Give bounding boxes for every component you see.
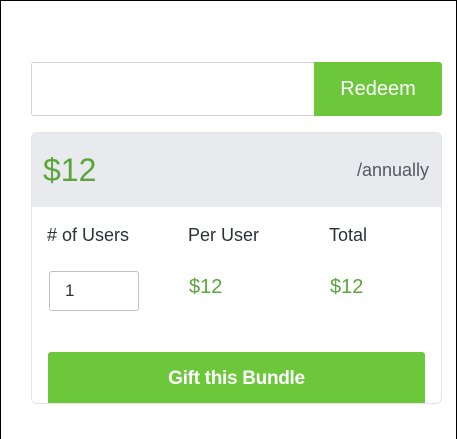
total-price: $12: [330, 276, 364, 298]
user-quantity-input[interactable]: [49, 271, 139, 311]
redeem-row: Redeem: [31, 62, 442, 116]
per-user-price: $12: [189, 276, 223, 298]
gift-bundle-button[interactable]: Gift this Bundle: [48, 352, 425, 403]
total-column-label: Total: [329, 225, 368, 245]
pricing-header: $12 /annually: [32, 133, 441, 207]
redeem-button[interactable]: Redeem: [314, 62, 442, 116]
pricing-card: $12 /annually # of Users Per User Total …: [31, 132, 442, 404]
price-amount: $12: [43, 151, 97, 188]
redeem-code-input[interactable]: [31, 62, 314, 116]
users-column-label: # of Users: [47, 225, 130, 245]
page-frame: Redeem $12 /annually # of Users Per User…: [0, 0, 457, 439]
billing-period: /annually: [356, 159, 429, 180]
per-user-column-label: Per User: [188, 225, 260, 245]
